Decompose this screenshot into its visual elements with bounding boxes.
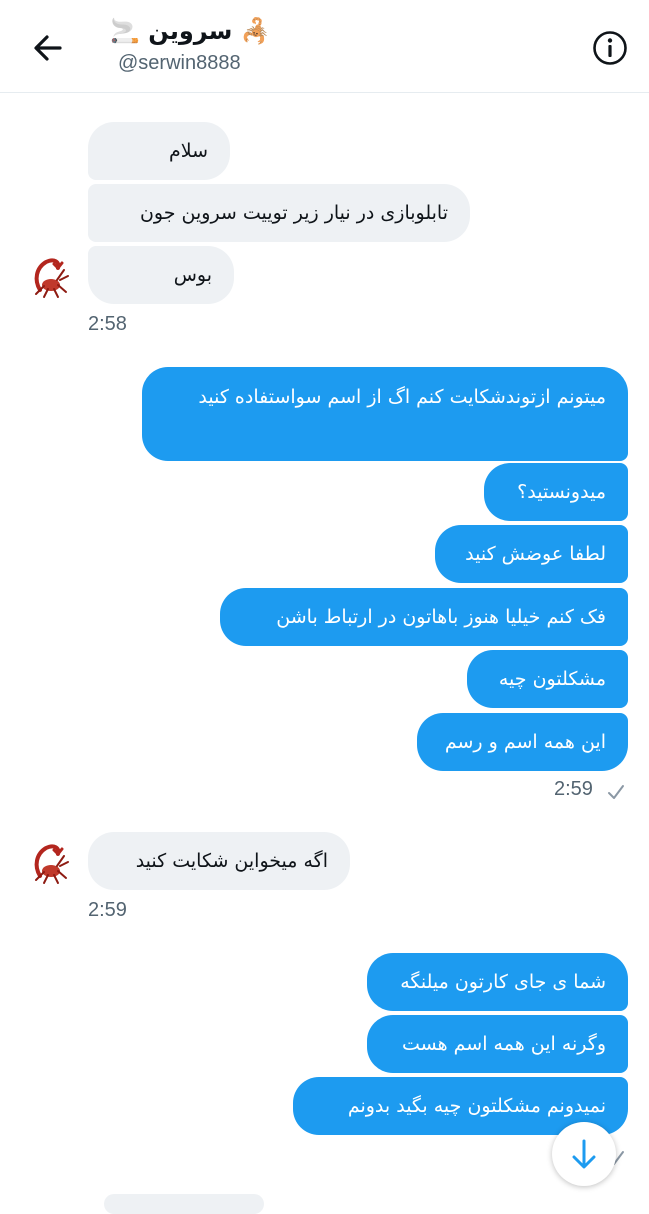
scorpion-avatar[interactable] [24,836,74,886]
arrow-down-icon [572,1139,596,1169]
message-timestamp: 2:59 [88,899,127,921]
arrow-left-icon [34,35,62,61]
message-timestamp: 2:59 [554,778,593,800]
incoming-message[interactable]: اگه میخواین شکایت کنید [88,832,350,890]
back-button[interactable] [28,28,68,68]
info-icon [593,31,627,65]
outgoing-message[interactable]: وگرنه این همه اسم هست [367,1015,628,1073]
incoming-message[interactable]: سلام [88,122,230,180]
outgoing-message[interactable]: فک کنم خیلیا هنوز باهاتون در ارتباط باشن [220,588,628,646]
outgoing-message[interactable]: شما ی جای کارتون میلنگه [367,953,628,1011]
scroll-to-bottom-button[interactable] [552,1122,616,1186]
outgoing-message[interactable]: این همه اسم و رسم [417,713,628,771]
outgoing-message[interactable]: میدونستید؟ [484,463,628,521]
outgoing-message[interactable]: مشکلتون چیه [467,650,628,708]
checkmark-icon [608,785,624,799]
conversation-title-block[interactable]: 🦂 سروین 🚬 @serwin8888 [110,14,310,76]
incoming-message [104,1194,264,1214]
incoming-message[interactable]: بوس [88,246,234,304]
scorpion-avatar[interactable] [24,250,74,300]
outgoing-message[interactable]: میتونم ازتوندشکایت کنم اگ از اسم سواستفا… [142,367,628,461]
conversation-title: 🦂 سروین 🚬 [110,17,271,45]
conversation-header: 🦂 سروین 🚬 @serwin8888 [0,0,649,93]
incoming-message[interactable]: تابلوبازی در نیار زیر توییت سروین جون [88,184,470,242]
outgoing-message[interactable]: لطفا عوضش کنید [435,525,628,583]
message-timestamp: 2:58 [88,313,127,335]
info-button[interactable] [590,28,630,68]
conversation-handle: @serwin8888 [118,52,241,74]
